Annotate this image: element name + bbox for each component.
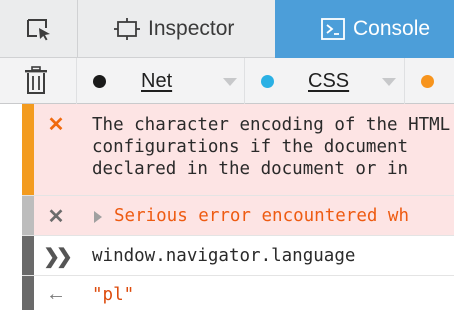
css-status-dot <box>261 74 274 88</box>
net-status-dot <box>93 74 106 88</box>
console-input-row[interactable]: ❯❯ window.navigator.language <box>22 236 454 276</box>
devtools-toolbar: Inspector Console <box>0 0 454 58</box>
tab-console[interactable]: Console <box>275 0 454 58</box>
error-cross-icon: ✕ <box>47 206 65 228</box>
filter-css[interactable]: CSS <box>244 58 404 104</box>
input-prompt-icon: ❯❯ <box>43 246 73 268</box>
console-message-error[interactable]: ✕ The character encoding of the HTML conf… <box>22 104 454 196</box>
result-text: "pl" <box>92 285 135 305</box>
filter-js[interactable] <box>404 58 454 104</box>
chevron-down-icon[interactable] <box>223 78 237 86</box>
filter-css-label: CSS <box>308 69 350 92</box>
message-text: The character encoding of the HTML config… <box>92 115 451 179</box>
severity-bar <box>22 276 34 310</box>
element-picker-icon <box>26 19 50 41</box>
console-filter-bar: Net CSS <box>0 58 454 104</box>
trash-icon <box>25 66 47 94</box>
tab-inspector-label: Inspector <box>148 17 235 40</box>
filter-net[interactable]: Net <box>76 58 244 104</box>
severity-bar <box>22 196 34 235</box>
console-output-row[interactable]: ← "pl" <box>22 276 454 310</box>
expand-arrow-icon[interactable] <box>94 211 102 223</box>
console-output: ✕ The character encoding of the HTML conf… <box>22 104 454 310</box>
js-status-dot <box>421 74 434 88</box>
inspector-box-icon <box>114 18 140 40</box>
filter-net-label: Net <box>141 69 173 92</box>
clear-console-button[interactable] <box>22 66 50 96</box>
command-text: window.navigator.language <box>92 246 356 266</box>
tab-console-label: Console <box>353 17 431 40</box>
message-text: Serious error encountered wh <box>114 206 410 226</box>
element-picker-button[interactable] <box>0 0 78 58</box>
console-terminal-icon <box>321 18 345 40</box>
error-cross-icon: ✕ <box>47 114 65 136</box>
console-message-error[interactable]: ✕ Serious error encountered wh <box>22 196 454 236</box>
severity-bar <box>22 104 34 195</box>
chevron-down-icon[interactable] <box>382 78 396 86</box>
output-arrow-icon: ← <box>46 283 66 305</box>
tab-inspector[interactable]: Inspector <box>78 0 275 58</box>
severity-bar <box>22 236 34 275</box>
